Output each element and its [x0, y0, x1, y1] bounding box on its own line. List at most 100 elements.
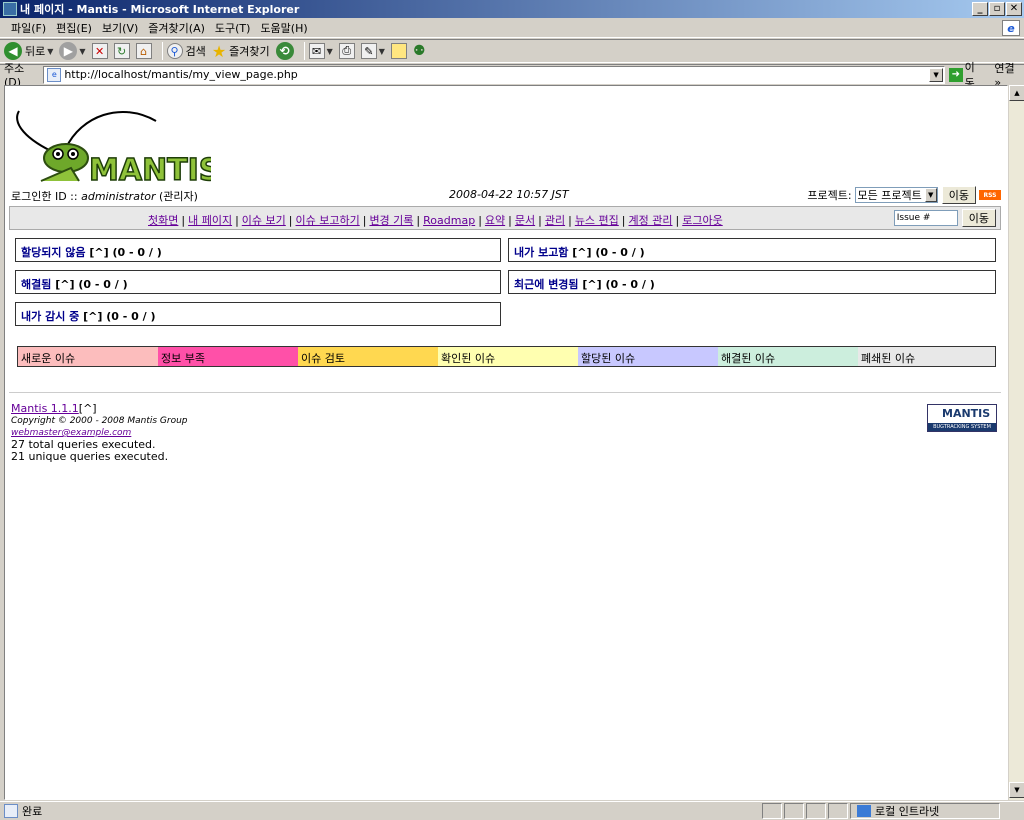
refresh-button[interactable]: ↻ [113, 43, 130, 59]
box-title[interactable]: 할당되지 않음 [21, 246, 86, 259]
box-count: (0 - 0 / ) [112, 246, 162, 259]
refresh-icon: ↻ [113, 43, 130, 59]
discuss-button[interactable] [390, 43, 407, 59]
chevron-down-icon[interactable]: ▼ [379, 47, 385, 56]
forward-button[interactable]: ▶ ▼ [59, 42, 86, 60]
legend-feedback: 정보 부족 [158, 347, 298, 366]
go-arrow-icon: ➜ [949, 67, 963, 82]
box-title[interactable]: 해결됨 [21, 278, 51, 291]
stop-button[interactable]: ✕ [91, 43, 108, 59]
forward-arrow-icon: ▶ [59, 42, 78, 60]
status-panel [828, 803, 848, 819]
address-input[interactable]: e http://localhost/mantis/my_view_page.p… [43, 65, 946, 84]
mail-button[interactable]: ✉ ▼ [308, 43, 333, 59]
box-count: (0 - 0 / ) [605, 278, 655, 291]
menu-link-roadmap[interactable]: Roadmap [423, 214, 475, 227]
project-switcher: 프로젝트: 모든 프로젝트 ▼ 이동 RSS [807, 186, 1001, 204]
box-monitored-by-me: 내가 감시 중 [^] (0 - 0 / ) [15, 302, 501, 326]
search-button[interactable]: ⚲ 검색 [166, 43, 206, 59]
scroll-up-button[interactable]: ▲ [1009, 85, 1024, 101]
toolbar-divider [161, 42, 163, 60]
print-button[interactable]: ⎙ [338, 43, 355, 59]
history-button[interactable]: ⟲ [275, 42, 294, 60]
minimize-button[interactable]: _ [972, 2, 988, 16]
menu-favorites[interactable]: 즐겨찾기(A) [143, 20, 210, 36]
switch-project-button[interactable]: 이동 [941, 186, 976, 204]
security-zone[interactable]: 로컬 인트라넷 [850, 803, 1000, 819]
maximize-button[interactable]: ▫ [989, 2, 1005, 16]
unique-queries: 21 unique queries executed. [11, 450, 169, 463]
status-legend: 새로운 이슈 정보 부족 이슈 검토 확인된 이슈 할당된 이슈 해결된 이슈 … [17, 346, 996, 367]
copyright-text: Copyright © 2000 - 2008 Mantis Group [11, 416, 188, 426]
menu-link-view-issues[interactable]: 이슈 보기 [242, 214, 286, 227]
menu-link-manage[interactable]: 관리 [545, 214, 565, 227]
jump-button[interactable]: 이동 [961, 209, 996, 227]
box-count: (0 - 0 / ) [595, 246, 645, 259]
menu-link-changelog[interactable]: 변경 기록 [369, 214, 413, 227]
menu-link-logout[interactable]: 로그아웃 [682, 214, 722, 227]
favorites-button[interactable]: ★ 즐겨찾기 [212, 42, 270, 61]
edit-button[interactable]: ✎ ▼ [360, 43, 385, 59]
home-icon: ⌂ [135, 43, 152, 59]
ie-app-icon[interactable] [3, 2, 17, 16]
menu-tools[interactable]: 도구(T) [210, 20, 256, 36]
box-title[interactable]: 내가 감시 중 [21, 310, 79, 323]
mantis-small-logo[interactable]: MANTIS BUGTRACKING SYSTEM [927, 404, 997, 432]
menu-link-my-account[interactable]: 계정 관리 [629, 214, 673, 227]
address-url[interactable]: http://localhost/mantis/my_view_page.php [64, 68, 929, 81]
version-popup-link[interactable]: [^] [79, 402, 97, 415]
chevron-down-icon[interactable]: ▼ [327, 47, 333, 56]
box-link[interactable]: [^] [55, 278, 74, 291]
box-link[interactable]: [^] [83, 310, 102, 323]
scroll-down-button[interactable]: ▼ [1009, 782, 1024, 798]
messenger-button[interactable]: ⚉ [413, 43, 426, 59]
menu-link-report-issue[interactable]: 이슈 보고하기 [296, 214, 360, 227]
close-button[interactable]: ✕ [1006, 2, 1022, 16]
status-done: 완료 [0, 803, 762, 819]
menu-link-my-view[interactable]: 내 페이지 [188, 214, 232, 227]
chevron-down-icon[interactable]: ▼ [79, 47, 85, 56]
menu-file[interactable]: 파일(F) [6, 20, 51, 36]
menu-link-summary[interactable]: 요약 [485, 214, 505, 227]
menu-view[interactable]: 보기(V) [97, 20, 143, 36]
search-icon: ⚲ [166, 43, 183, 59]
box-count: (0 - 0 / ) [106, 310, 156, 323]
current-datetime: 2008-04-22 10:57 JST [449, 188, 569, 201]
issue-number-input[interactable]: Issue # [893, 210, 958, 226]
browser-toolbar: ◀ 뒤로 ▼ ▶ ▼ ✕ ↻ ⌂ ⚲ 검색 ★ 즐겨찾기 ⟲ ✉ ▼ ⎙ ✎ ▼… [0, 39, 1024, 63]
box-link[interactable]: [^] [89, 246, 108, 259]
menu-link-main[interactable]: 첫화면 [148, 214, 178, 227]
vertical-scrollbar[interactable]: ▲ ▼ [1008, 85, 1024, 800]
legend-new: 새로운 이슈 [18, 347, 158, 366]
page-icon: e [47, 67, 62, 82]
legend-assigned: 할당된 이슈 [578, 347, 718, 366]
box-unassigned: 할당되지 않음 [^] (0 - 0 / ) [15, 238, 501, 262]
address-bar: 주소(D) e http://localhost/mantis/my_view_… [0, 61, 1024, 90]
home-button[interactable]: ⌂ [135, 43, 152, 59]
menu-help[interactable]: 도움말(H) [255, 20, 312, 36]
menu-edit[interactable]: 편집(E) [51, 20, 97, 36]
project-select[interactable]: 모든 프로젝트 ▼ [854, 187, 938, 203]
box-title[interactable]: 내가 보고함 [514, 246, 568, 259]
chevron-down-icon[interactable]: ▼ [47, 47, 53, 56]
box-title[interactable]: 최근에 변경됨 [514, 278, 579, 291]
box-link[interactable]: [^] [572, 246, 591, 259]
menu-link-docs[interactable]: 문서 [515, 214, 535, 227]
version-link[interactable]: Mantis 1.1.1 [11, 402, 79, 415]
box-resolved: 해결됨 [^] (0 - 0 / ) [15, 270, 501, 294]
printer-icon: ⎙ [338, 43, 355, 59]
box-link[interactable]: [^] [582, 278, 601, 291]
webmaster-email-link[interactable]: webmaster@example.com [11, 428, 131, 438]
chevron-down-icon[interactable]: ▼ [929, 67, 944, 82]
chevron-down-icon[interactable]: ▼ [924, 188, 937, 202]
page-content: MANTIS 로그인한 ID :: administrator (관리자) 20… [4, 85, 1008, 800]
menu-link-edit-news[interactable]: 뉴스 편집 [575, 214, 619, 227]
username: administrator [81, 190, 156, 203]
ie-logo-icon: e [1002, 20, 1020, 36]
rss-icon[interactable]: RSS [979, 190, 1001, 200]
back-button[interactable]: ◀ 뒤로 ▼ [4, 42, 53, 60]
mantis-logo[interactable]: MANTIS [11, 96, 211, 186]
login-info: 로그인한 ID :: administrator (관리자) [11, 188, 198, 204]
window-title-bar: 내 페이지 - Mantis - Microsoft Internet Expl… [0, 0, 1024, 18]
issue-jump-form: Issue # 이동 [893, 209, 996, 227]
